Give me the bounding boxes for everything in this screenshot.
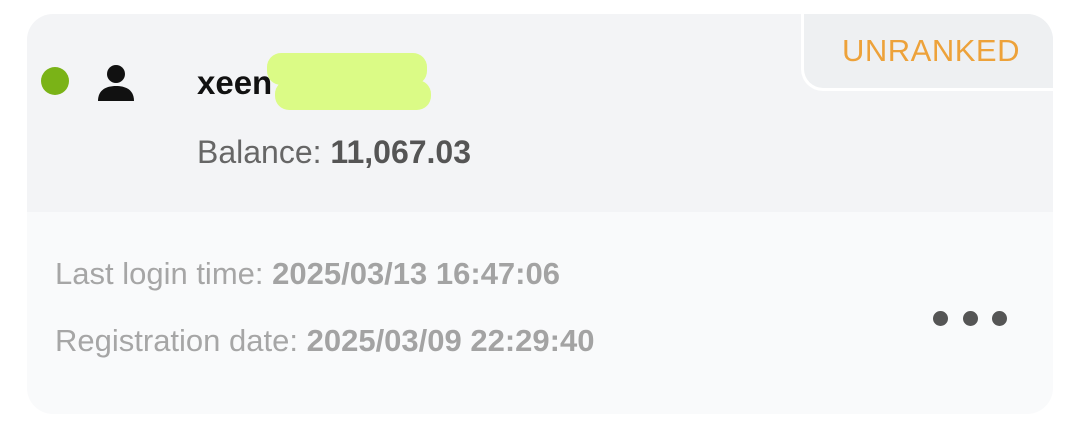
balance: Balance: 11,067.03 xyxy=(197,134,471,171)
registration-date-label: Registration date: xyxy=(55,323,298,358)
balance-value: 11,067.03 xyxy=(330,134,472,170)
rank-badge: UNRANKED xyxy=(801,14,1053,91)
more-dots-icon xyxy=(962,310,978,326)
registration-date-row: Registration date: 2025/03/09 22:29:40 xyxy=(55,323,594,359)
last-login-label: Last login time: xyxy=(55,256,264,291)
rank-label: UNRANKED xyxy=(842,33,1020,68)
account-card: xeen Balance: 11,067.03 UNRANKED Last lo… xyxy=(27,14,1053,414)
username: xeen xyxy=(197,64,273,101)
redaction-mark xyxy=(275,80,431,110)
last-login-value: 2025/03/13 16:47:06 xyxy=(272,256,560,291)
online-status-indicator xyxy=(41,67,69,95)
last-login-row: Last login time: 2025/03/13 16:47:06 xyxy=(55,256,560,292)
more-dots-icon xyxy=(992,310,1007,326)
account-summary: xeen Balance: 11,067.03 UNRANKED xyxy=(27,14,1053,212)
registration-date-value: 2025/03/09 22:29:40 xyxy=(306,323,595,358)
balance-label: Balance: xyxy=(197,134,322,170)
more-dots-icon xyxy=(933,310,948,326)
user-icon xyxy=(97,64,135,102)
more-options-button[interactable] xyxy=(933,302,1007,334)
